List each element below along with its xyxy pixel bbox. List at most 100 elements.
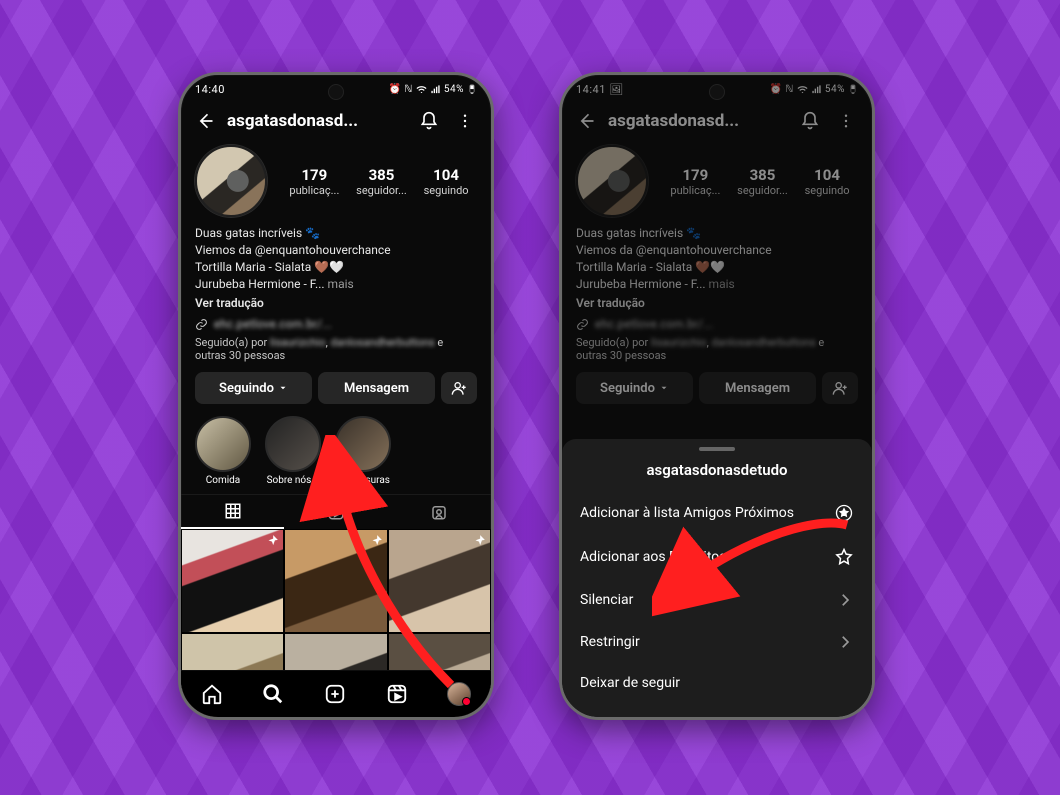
nav-search[interactable] bbox=[262, 683, 284, 705]
wifi-icon bbox=[416, 84, 427, 95]
message-button[interactable]: Mensagem bbox=[318, 372, 435, 404]
alarm-icon: ⏰ bbox=[388, 84, 401, 95]
tab-grid[interactable] bbox=[181, 495, 284, 529]
sheet-title: asgatasdonasdetudo bbox=[562, 461, 872, 479]
highlight-item[interactable]: Travessuras bbox=[335, 416, 391, 486]
signal-icon bbox=[811, 84, 822, 95]
stat-following-l: seguindo bbox=[424, 184, 469, 197]
tagged-icon bbox=[430, 503, 448, 521]
stat-posts[interactable]: 179publicaç... bbox=[289, 166, 339, 197]
profile-avatar[interactable] bbox=[576, 145, 648, 217]
translate-link[interactable]: Ver tradução bbox=[576, 295, 858, 312]
back-button[interactable] bbox=[572, 107, 600, 135]
bio-block: Duas gatas incríveis 🐾 Viemos da @enquan… bbox=[181, 225, 491, 332]
nav-create[interactable] bbox=[324, 683, 346, 705]
sheet-favorites[interactable]: Adicionar aos Favoritos bbox=[562, 535, 872, 579]
header-bar: asgatasdonasd... bbox=[181, 103, 491, 141]
star-icon bbox=[834, 547, 854, 567]
profile-avatar[interactable] bbox=[195, 145, 267, 217]
followed-line2: outras 30 pessoas bbox=[576, 349, 666, 362]
profile-tabs bbox=[181, 494, 491, 529]
stat-posts-n: 179 bbox=[289, 166, 339, 184]
stat-followers[interactable]: 385seguidor... bbox=[356, 166, 407, 197]
reels-nav-icon bbox=[386, 683, 408, 705]
following-button[interactable]: Seguindo bbox=[195, 372, 312, 404]
grid-cell[interactable] bbox=[284, 529, 387, 632]
sheet-label: Restringir bbox=[580, 634, 640, 650]
stat-followers-n: 385 bbox=[356, 166, 407, 184]
sheet-close-friends[interactable]: Adicionar à lista Amigos Próximos bbox=[562, 491, 872, 535]
suggest-button[interactable] bbox=[441, 372, 477, 404]
stat-following[interactable]: 104seguindo bbox=[805, 166, 850, 197]
star-circle-icon bbox=[834, 503, 854, 523]
pin-icon bbox=[472, 534, 486, 548]
profile-username[interactable]: asgatasdonasd... bbox=[608, 111, 788, 131]
highlight-item[interactable]: Comida bbox=[195, 416, 251, 486]
bio-line3: Tortilla Maria - Sialata 🤎🤍 bbox=[576, 259, 858, 276]
grid-cell[interactable] bbox=[181, 529, 284, 632]
bio-more[interactable]: mais bbox=[325, 277, 354, 291]
grid-icon bbox=[224, 502, 242, 520]
following-button-label: Seguindo bbox=[600, 381, 655, 396]
chevron-right-icon bbox=[836, 591, 854, 609]
plus-square-icon bbox=[324, 683, 346, 705]
bio-line4: Jurubeba Hermione - F... mais bbox=[195, 276, 477, 293]
message-button[interactable]: Mensagem bbox=[699, 372, 816, 404]
tab-tagged[interactable] bbox=[388, 495, 491, 529]
nav-profile[interactable] bbox=[447, 682, 471, 706]
phone-camera bbox=[328, 84, 344, 100]
bio-more[interactable]: mais bbox=[706, 277, 735, 291]
suggest-button[interactable] bbox=[822, 372, 858, 404]
followed-b2: danlosandherbuttons bbox=[331, 336, 435, 349]
highlight-cover bbox=[265, 416, 321, 472]
phone-right: 14:41 🖼 ⏰ ℕ 54% asgatasdonasd... 179publ… bbox=[559, 72, 875, 720]
sheet-unfollow[interactable]: Deixar de seguir bbox=[562, 663, 872, 703]
more-options-button[interactable] bbox=[832, 107, 860, 135]
chevron-right-icon bbox=[836, 633, 854, 651]
grid-cell[interactable] bbox=[388, 529, 491, 632]
highlight-item[interactable]: Sobre nós 2 bbox=[265, 416, 321, 486]
notifications-button[interactable] bbox=[796, 107, 824, 135]
arrow-left-icon bbox=[195, 111, 215, 131]
stat-following[interactable]: 104seguindo bbox=[424, 166, 469, 197]
nav-reels[interactable] bbox=[386, 683, 408, 705]
stat-posts[interactable]: 179publicaç... bbox=[670, 166, 720, 197]
stat-l: publicaç... bbox=[670, 184, 720, 197]
message-button-label: Mensagem bbox=[725, 381, 790, 396]
followed-b2: danlosandherbuttons bbox=[712, 336, 816, 349]
highlight-label: Comida bbox=[206, 475, 241, 486]
reel-badge-icon bbox=[393, 717, 407, 720]
back-button[interactable] bbox=[191, 107, 219, 135]
wifi-icon bbox=[797, 84, 808, 95]
status-time: 14:41 🖼 bbox=[576, 83, 624, 96]
action-buttons: Seguindo Mensagem bbox=[181, 372, 491, 414]
more-options-button[interactable] bbox=[451, 107, 479, 135]
stat-followers[interactable]: 385seguidor... bbox=[737, 166, 788, 197]
sheet-handle[interactable] bbox=[699, 447, 735, 451]
add-user-icon bbox=[832, 380, 848, 396]
sheet-restrict[interactable]: Restringir bbox=[562, 621, 872, 663]
battery-icon bbox=[848, 84, 859, 94]
bio-line4-text: Jurubeba Hermione - F... bbox=[195, 277, 325, 291]
status-icons: ⏰ ℕ 54% bbox=[388, 84, 477, 95]
highlight-cover bbox=[335, 416, 391, 472]
nav-home[interactable] bbox=[201, 683, 223, 705]
reels-icon bbox=[327, 503, 345, 521]
tab-reels[interactable] bbox=[284, 495, 387, 529]
phone-left: 14:40 ⏰ ℕ 54% asgatasdonasd... 179public… bbox=[178, 72, 494, 720]
profile-username[interactable]: asgatasdonasd... bbox=[227, 111, 407, 131]
highlight-label: Sobre nós 2 bbox=[267, 475, 320, 486]
signal-icon bbox=[430, 84, 441, 95]
bio-block: Duas gatas incríveis 🐾 Viemos da @enquan… bbox=[562, 225, 872, 332]
translate-link[interactable]: Ver tradução bbox=[195, 295, 477, 312]
following-button[interactable]: Seguindo bbox=[576, 372, 693, 404]
kebab-icon bbox=[456, 112, 474, 130]
notifications-button[interactable] bbox=[415, 107, 443, 135]
highlight-label: Travessuras bbox=[336, 475, 390, 486]
home-icon bbox=[201, 683, 223, 705]
sheet-mute[interactable]: Silenciar bbox=[562, 579, 872, 621]
bio-link-row[interactable]: ehc.petlove.com.br/... bbox=[195, 316, 477, 332]
bio-link-row[interactable]: ehc.petlove.com.br/... bbox=[576, 316, 858, 332]
followed-by[interactable]: Seguido(a) por lisaurizchio, danlosandhe… bbox=[562, 332, 872, 372]
followed-by[interactable]: Seguido(a) por lisaurizchio, danlosandhe… bbox=[181, 332, 491, 372]
